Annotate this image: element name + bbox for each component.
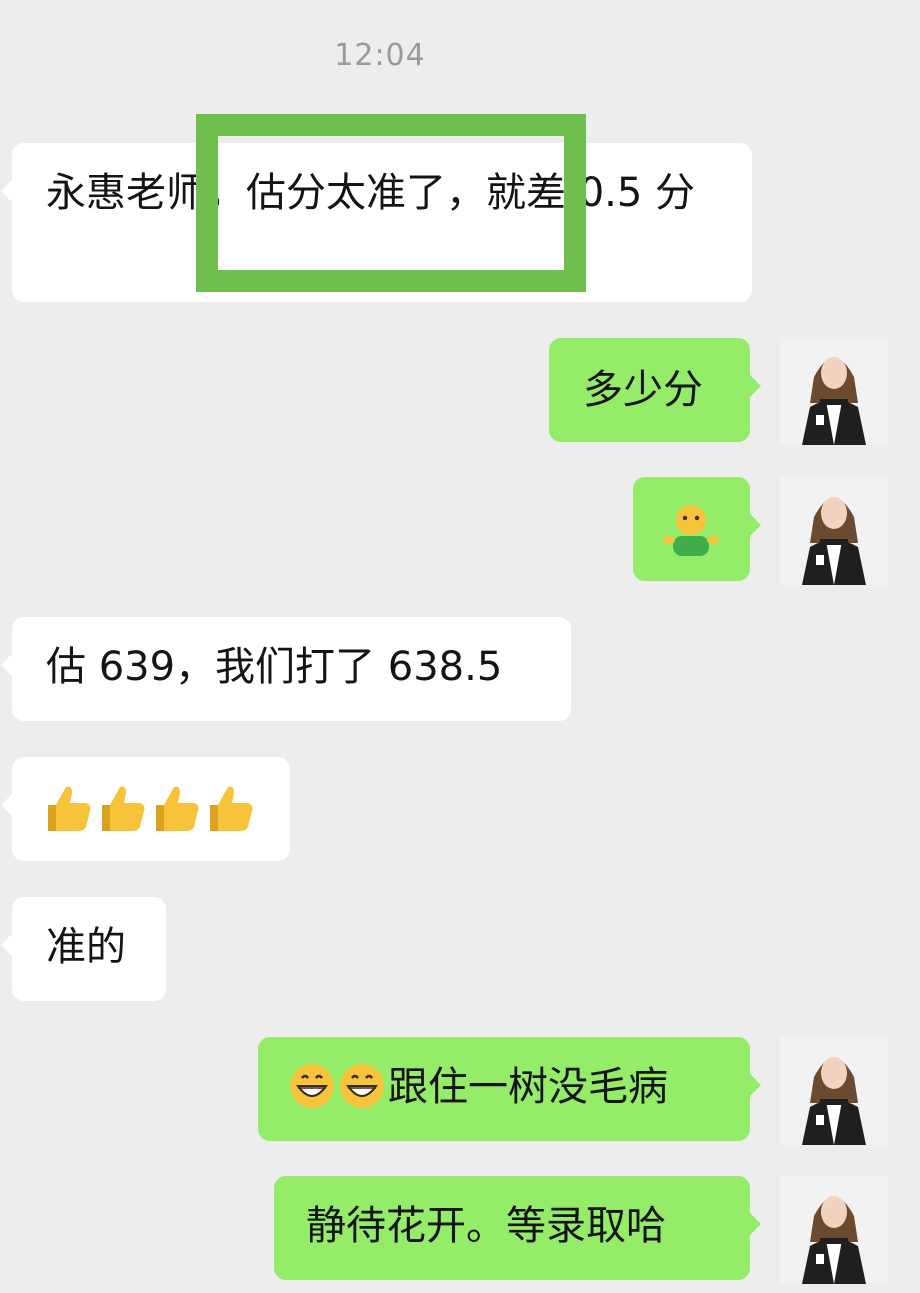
message-text: 跟住一树没毛病 (388, 1064, 668, 1110)
grinning-face-icon (290, 1064, 334, 1108)
avatar[interactable] (780, 1176, 888, 1284)
avatar-photo (780, 337, 888, 445)
incoming-message-bubble[interactable]: 估 639，我们打了 638.5 (1, 617, 571, 721)
message-timestamp: 12:04 (334, 38, 426, 73)
avatar[interactable] (780, 337, 888, 445)
avatar-photo (780, 1176, 888, 1284)
avatar[interactable] (780, 477, 888, 585)
avatar-photo (780, 1037, 888, 1145)
incoming-message-bubble[interactable] (1, 757, 290, 861)
shrugging-face-emoji (663, 505, 719, 556)
message-text: 多少分 (583, 367, 703, 413)
highlight-annotation-box (196, 114, 586, 292)
grinning-face-icon (340, 1064, 384, 1108)
thumbs-up-icon (210, 786, 253, 831)
message-text: 准的 (46, 924, 126, 970)
thumbs-up-icon (102, 786, 145, 831)
thumbs-up-emoji-group (42, 781, 256, 835)
avatar[interactable] (780, 1037, 888, 1145)
outgoing-message-bubble[interactable]: 多少分 (549, 338, 761, 442)
outgoing-message-bubble[interactable] (633, 477, 761, 581)
thumbs-up-icon (48, 786, 91, 831)
message-text: 估 639，我们打了 638.5 (46, 644, 503, 690)
avatar-photo (780, 477, 888, 585)
outgoing-message-bubble[interactable]: 静待花开。等录取哈 (274, 1176, 761, 1280)
outgoing-message-bubble[interactable]: 跟住一树没毛病 (258, 1037, 761, 1141)
incoming-message-bubble[interactable]: 准的 (1, 897, 166, 1001)
message-text: 静待花开。等录取哈 (306, 1203, 666, 1249)
thumbs-up-icon (156, 786, 199, 831)
